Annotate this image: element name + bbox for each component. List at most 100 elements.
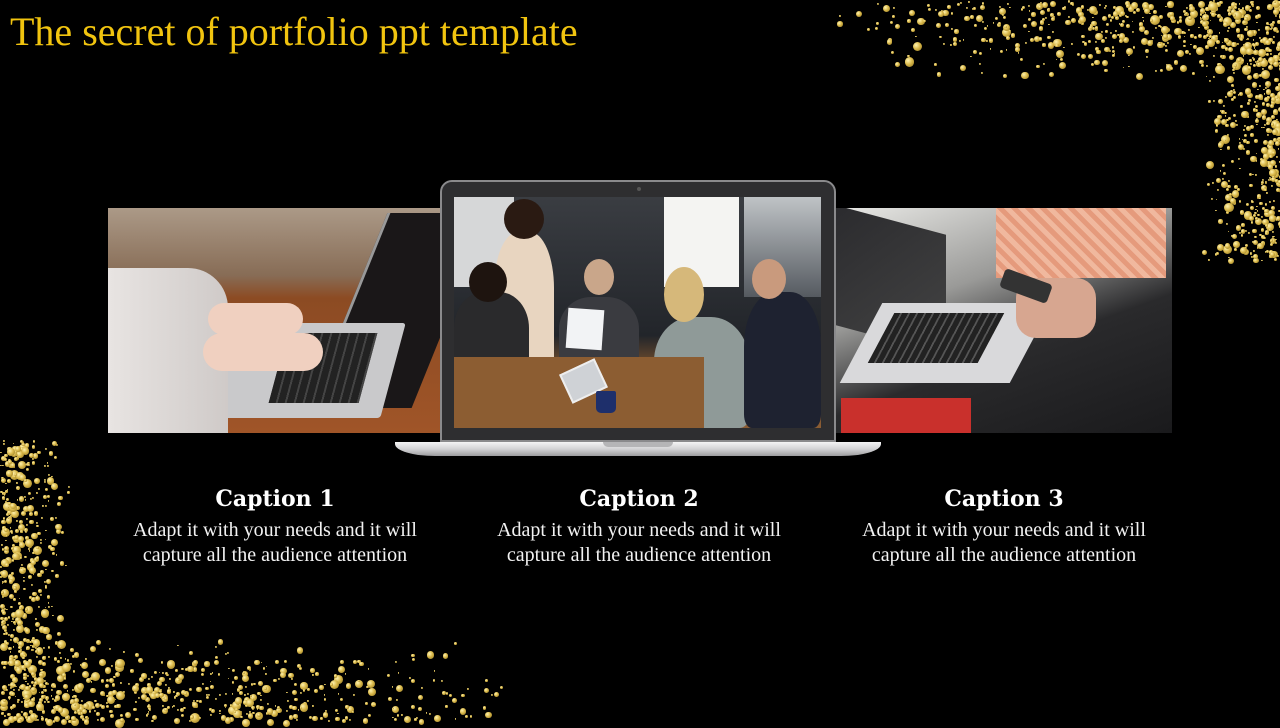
glitter-dot bbox=[125, 712, 131, 718]
glitter-dot bbox=[18, 646, 22, 650]
glitter-dot bbox=[1113, 11, 1118, 16]
glitter-dot bbox=[41, 695, 44, 698]
glitter-dot bbox=[1042, 2, 1048, 8]
glitter-dot bbox=[23, 673, 26, 676]
glitter-dot bbox=[1267, 224, 1270, 227]
glitter-dot bbox=[54, 716, 60, 722]
glitter-dot bbox=[8, 502, 11, 505]
glitter-dot bbox=[396, 699, 398, 701]
glitter-dot bbox=[1244, 211, 1252, 219]
glitter-dot bbox=[20, 651, 26, 657]
glitter-dot bbox=[1200, 18, 1202, 20]
glitter-dot bbox=[72, 689, 74, 691]
glitter-dot bbox=[252, 698, 254, 700]
glitter-dot bbox=[303, 689, 306, 692]
glitter-dot bbox=[42, 560, 49, 567]
glitter-dot bbox=[1238, 9, 1245, 16]
glitter-dot bbox=[18, 524, 26, 532]
glitter-dot bbox=[987, 25, 989, 27]
glitter-dot bbox=[42, 685, 46, 689]
glitter-dot bbox=[1007, 3, 1009, 5]
glitter-dot bbox=[1275, 86, 1280, 92]
glitter-dot bbox=[876, 22, 878, 24]
glitter-dot bbox=[934, 63, 937, 66]
glitter-dot bbox=[1240, 46, 1248, 54]
glitter-dot bbox=[1190, 10, 1198, 18]
glitter-dot bbox=[247, 693, 249, 695]
glitter-dot bbox=[1093, 10, 1097, 14]
glitter-dot bbox=[1132, 21, 1134, 23]
glitter-dot bbox=[15, 667, 17, 669]
glitter-dot bbox=[0, 704, 7, 711]
glitter-dot bbox=[1165, 6, 1167, 8]
glitter-dot bbox=[39, 683, 44, 688]
glitter-dot bbox=[30, 645, 32, 647]
glitter-dot bbox=[9, 503, 17, 511]
glitter-dot bbox=[23, 655, 26, 658]
glitter-dot bbox=[256, 705, 260, 709]
glitter-dot bbox=[210, 673, 212, 675]
glitter-dot bbox=[1258, 7, 1260, 9]
glitter-dot bbox=[1205, 45, 1209, 49]
glitter-dot bbox=[494, 692, 499, 697]
glitter-dot bbox=[1003, 16, 1006, 19]
glitter-dot bbox=[25, 608, 28, 611]
glitter-dot bbox=[371, 702, 376, 707]
glitter-dot bbox=[46, 631, 49, 634]
glitter-dot bbox=[154, 687, 160, 693]
glitter-dot bbox=[13, 637, 19, 643]
glitter-dot bbox=[29, 596, 32, 599]
glitter-dot bbox=[1212, 182, 1214, 184]
glitter-dot bbox=[972, 8, 974, 10]
glitter-dot bbox=[264, 687, 267, 690]
glitter-dot bbox=[234, 711, 236, 713]
glitter-dot bbox=[1276, 97, 1278, 99]
glitter-dot bbox=[1234, 185, 1238, 189]
glitter-dot bbox=[2, 685, 7, 690]
glitter-dot bbox=[24, 703, 30, 709]
glitter-dot bbox=[1252, 30, 1257, 35]
glitter-dot bbox=[154, 671, 157, 674]
glitter-dot bbox=[31, 672, 35, 676]
glitter-dot bbox=[83, 703, 89, 709]
glitter-dot bbox=[23, 577, 25, 579]
glitter-dot bbox=[1272, 21, 1275, 24]
glitter-dot bbox=[1265, 182, 1268, 185]
glitter-dot bbox=[1265, 47, 1270, 52]
glitter-dot bbox=[1221, 45, 1225, 49]
glitter-dot bbox=[1243, 55, 1245, 57]
glitter-dot bbox=[9, 594, 14, 599]
glitter-dot bbox=[353, 660, 357, 664]
glitter-dot bbox=[29, 641, 31, 643]
glitter-dot bbox=[1256, 63, 1258, 65]
glitter-dot bbox=[1220, 55, 1223, 58]
glitter-dot bbox=[4, 494, 6, 496]
glitter-dot bbox=[135, 683, 139, 687]
glitter-dot bbox=[74, 695, 77, 698]
glitter-dot bbox=[60, 561, 64, 565]
glitter-dot bbox=[1119, 23, 1121, 25]
glitter-dot bbox=[51, 476, 53, 478]
glitter-dot bbox=[1260, 39, 1265, 44]
glitter-dot bbox=[56, 554, 58, 556]
glitter-dot bbox=[1265, 181, 1267, 183]
glitter-dot bbox=[39, 698, 44, 703]
glitter-dot bbox=[278, 678, 280, 680]
glitter-dot bbox=[113, 676, 115, 678]
glitter-dot bbox=[14, 473, 17, 476]
glitter-dot bbox=[1112, 50, 1115, 53]
caption-block-3: Caption 3 Adapt it with your needs and i… bbox=[854, 482, 1154, 567]
glitter-dot bbox=[141, 673, 146, 678]
glitter-dot bbox=[1273, 111, 1278, 116]
glitter-dot bbox=[23, 506, 29, 512]
glitter-dot bbox=[253, 683, 256, 686]
glitter-dot bbox=[1048, 42, 1054, 48]
glitter-dot bbox=[1219, 18, 1223, 22]
glitter-dot bbox=[1272, 151, 1275, 154]
glitter-dot bbox=[1207, 183, 1210, 186]
glitter-dot bbox=[134, 691, 137, 694]
glitter-dot bbox=[82, 709, 87, 714]
glitter-dot bbox=[947, 5, 951, 9]
glitter-dot bbox=[36, 522, 38, 524]
glitter-dot bbox=[1261, 241, 1265, 245]
